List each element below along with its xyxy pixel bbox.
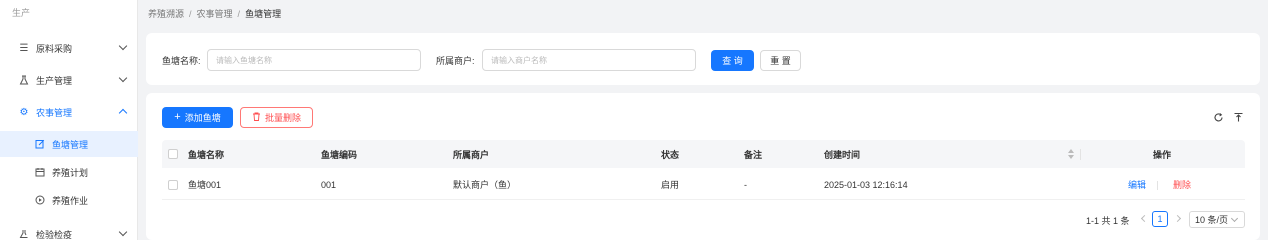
sidebar-item-label: 农事管理 xyxy=(36,107,73,118)
trash-icon xyxy=(252,112,261,124)
sidebar-item-inspection[interactable]: 检验检疫 xyxy=(0,221,138,240)
column-header-status: 状态 xyxy=(661,149,680,160)
sidebar-item-farming[interactable]: ⚙ 农事管理 xyxy=(0,99,138,125)
settings-icon: ⚙ xyxy=(19,106,29,118)
batch-delete-label: 批量删除 xyxy=(264,113,301,123)
breadcrumb-separator: / xyxy=(237,9,241,19)
merchant-label: 所属商户: xyxy=(436,56,475,66)
sidebar-item-label: 养殖计划 xyxy=(52,167,89,178)
sidebar-item-breeding-plan[interactable]: 养殖计划 xyxy=(0,159,138,185)
query-button[interactable]: 查 询 xyxy=(711,50,754,71)
chevron-down-icon xyxy=(118,227,128,237)
chevron-down-icon xyxy=(118,41,128,51)
breadcrumb: 养殖溯源 / 农事管理 / 鱼塘管理 xyxy=(148,7,281,20)
breadcrumb-item[interactable]: 农事管理 xyxy=(197,9,233,19)
sidebar-item-label: 检验检疫 xyxy=(36,229,73,240)
sidebar-item-label: 生产管理 xyxy=(36,75,73,86)
sidebar: 生产 ☰ 原料采购 生产管理 ⚙ 农事管理 鱼塘管理 养殖计划 养殖作业 检验检… xyxy=(0,0,138,240)
delete-link[interactable]: 删除 xyxy=(1173,170,1191,199)
search-panel: 鱼塘名称: 请输入鱼塘名称 所属商户: 请输入商户名称 查 询 重 置 xyxy=(146,33,1260,85)
calendar-icon xyxy=(34,166,46,178)
column-height-icon[interactable] xyxy=(1232,111,1244,123)
pond-name-label: 鱼塘名称: xyxy=(162,56,201,66)
chevron-up-icon xyxy=(118,108,128,118)
prev-page-icon[interactable] xyxy=(1140,214,1149,223)
edit-link[interactable]: 编辑 xyxy=(1128,170,1146,199)
breadcrumb-separator: / xyxy=(189,9,192,19)
pond-name-input[interactable]: 请输入鱼塘名称 xyxy=(207,49,421,71)
column-header-merchant: 所属商户 xyxy=(453,149,490,160)
table-header: 鱼塘名称 鱼塘编码 所属商户 状态 备注 创建时间 操作 xyxy=(162,140,1245,168)
row-checkbox[interactable] xyxy=(168,170,178,199)
column-header-actions: 操作 xyxy=(1153,149,1172,160)
column-divider xyxy=(1080,149,1081,160)
cell-merchant: 默认商户（鱼） xyxy=(453,180,517,190)
column-header-pond-name: 鱼塘名称 xyxy=(188,149,225,160)
sidebar-item-label: 鱼塘管理 xyxy=(52,139,89,150)
sidebar-item-breeding-operation[interactable]: 养殖作业 xyxy=(0,187,138,213)
cell-pond-name: 鱼塘001 xyxy=(188,180,222,190)
column-header-created-time[interactable]: 创建时间 xyxy=(824,140,860,168)
page-number-current[interactable]: 1 xyxy=(1152,211,1168,227)
sidebar-item-label: 养殖作业 xyxy=(52,195,89,206)
edit-icon xyxy=(34,138,46,150)
cell-status: 启用 xyxy=(661,180,680,190)
column-header-pond-code: 鱼塘编码 xyxy=(321,149,358,160)
cell-pond-code: 001 xyxy=(321,179,337,190)
cell-remark: - xyxy=(744,179,747,190)
batch-delete-button[interactable]: 批量删除 xyxy=(240,107,313,128)
sort-icon[interactable] xyxy=(1068,149,1074,160)
list-icon: ☰ xyxy=(19,42,29,54)
pagination-summary: 1-1 共 1 条 xyxy=(1086,215,1130,226)
breadcrumb-current: 鱼塘管理 xyxy=(245,9,282,19)
reset-button[interactable]: 重 置 xyxy=(760,50,801,71)
sidebar-item-pond-management[interactable]: 鱼塘管理 xyxy=(0,131,138,157)
table-row: 鱼塘001 001 默认商户（鱼） 启用 - 2025-01-03 12:16:… xyxy=(162,170,1245,200)
sidebar-item-raw-material[interactable]: ☰ 原料采购 xyxy=(0,35,138,61)
page-size-value: 10 条/页 xyxy=(1195,215,1229,225)
play-circle-icon xyxy=(34,194,46,206)
cell-created-time: 2025-01-03 12:16:14 xyxy=(824,179,908,190)
next-page-icon[interactable] xyxy=(1173,214,1182,223)
flask-icon xyxy=(18,74,30,86)
add-pond-label: 添加鱼塘 xyxy=(184,113,221,123)
sidebar-brand: 生产 xyxy=(12,8,31,18)
add-pond-button[interactable]: + 添加鱼塘 xyxy=(162,107,233,128)
sidebar-item-production[interactable]: 生产管理 xyxy=(0,67,138,93)
plus-icon: + xyxy=(174,111,181,123)
refresh-icon[interactable] xyxy=(1212,111,1224,123)
chevron-down-icon xyxy=(118,73,128,83)
action-divider xyxy=(1157,181,1158,190)
chevron-down-icon xyxy=(1230,214,1239,223)
select-all-checkbox[interactable] xyxy=(168,140,178,168)
experiment-icon xyxy=(18,228,30,240)
page-size-select[interactable]: 10 条/页 xyxy=(1189,211,1245,228)
breadcrumb-item[interactable]: 养殖溯源 xyxy=(148,9,184,19)
column-header-remark: 备注 xyxy=(744,149,763,160)
sidebar-item-label: 原料采购 xyxy=(36,43,73,54)
table-panel: + 添加鱼塘 批量删除 鱼塘名称 鱼塘编码 所属商户 状态 备注 创建时间 操作… xyxy=(146,93,1260,240)
merchant-input[interactable]: 请输入商户名称 xyxy=(482,49,696,71)
